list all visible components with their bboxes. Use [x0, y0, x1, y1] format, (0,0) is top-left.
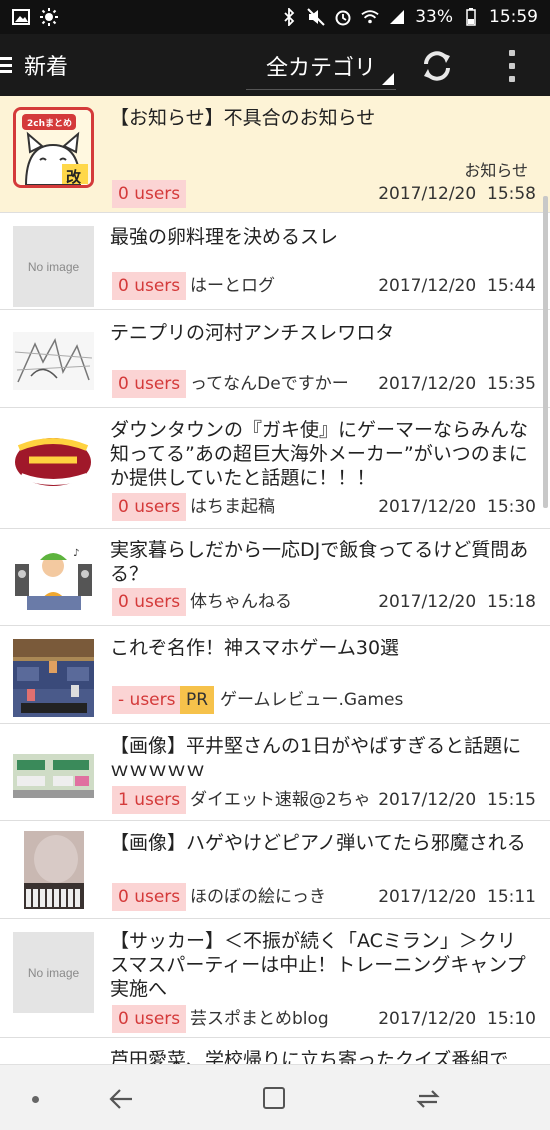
article-title: ダウンタウンの『ガキ使』にゲーマーならみんな知ってる”あの超巨大海外メーカー”が… [110, 419, 529, 489]
users-badge: 1 users [112, 786, 187, 814]
article-date: 2017/12/20 15:11 [378, 887, 536, 907]
site-name: ほのぼの絵にっき [190, 887, 326, 907]
list-item[interactable]: これぞ名作！神スマホゲーム30選 - users PR ゲームレビュー.Game… [0, 626, 550, 724]
users-badge: - users [112, 686, 182, 714]
article-date: 2017/12/20 15:10 [378, 1009, 536, 1029]
alarm-icon [334, 8, 352, 26]
manga-thumbnail [13, 332, 94, 390]
category-dropdown[interactable]: 全カテゴリ [246, 42, 396, 90]
menu-icon[interactable] [0, 55, 14, 75]
article-date: 2017/12/20 15:15 [378, 790, 536, 810]
article-title: 芦田愛菜、学校帰りに立ち寄ったクイズ番組で [110, 1049, 509, 1064]
brightness-icon [40, 8, 58, 26]
list-item[interactable]: No image 【サッカー】＜不振が続く「ACミラン」＞クリスマスパーティーは… [0, 919, 550, 1038]
article-date: 2017/12/20 15:35 [378, 374, 536, 394]
back-icon[interactable] [108, 1087, 134, 1111]
scrollbar[interactable] [543, 196, 548, 508]
users-badge: 0 users [112, 588, 187, 616]
list-item[interactable]: 2chまとめ 改 【お知らせ】不具合のお知らせ お知らせ 0 users 201… [0, 96, 550, 213]
app-logo-thumbnail: 2chまとめ 改 [13, 107, 94, 188]
logo-thumbnail [13, 432, 94, 492]
list-item[interactable]: テニプリの河村アンチスレワロタ 0 users ってなんDeですかー 2017/… [0, 310, 550, 408]
article-title: 実家暮らしだから一応DJで飯食ってるけど質問ある？ [110, 539, 529, 585]
game-thumbnail [13, 639, 94, 717]
dropdown-triangle-icon [382, 73, 394, 85]
logo-text: 2chまとめ [27, 119, 73, 129]
site-name: ダイエット速報@2ちゃ [190, 790, 371, 810]
users-badge: 0 users [112, 180, 187, 208]
bluetooth-icon [280, 8, 298, 26]
category-selected: 全カテゴリ [265, 55, 376, 81]
article-date: 2017/12/20 15:44 [378, 276, 536, 296]
list-item[interactable]: No image 最強の卵料理を決めるスレ 0 users はーとログ 2017… [0, 213, 550, 310]
system-nav-bar [0, 1064, 550, 1130]
no-image-thumbnail: No image [13, 226, 94, 307]
article-date: 2017/12/20 15:58 [378, 184, 536, 204]
list-item[interactable]: ダウンタウンの『ガキ使』にゲーマーならみんな知ってる”あの超巨大海外メーカー”が… [0, 408, 550, 529]
nav-dot-icon[interactable] [32, 1096, 39, 1103]
article-title: 【サッカー】＜不振が続く「ACミラン」＞クリスマスパーティーは中止！トレーニング… [110, 930, 526, 1000]
site-name: はーとログ [190, 276, 275, 296]
users-badge: 0 users [112, 272, 187, 300]
mute-icon [307, 8, 325, 26]
list-item[interactable]: 芦田愛菜、学校帰りに立ち寄ったクイズ番組で [0, 1038, 550, 1064]
page-title: 新着 [24, 55, 69, 80]
list-item[interactable]: 【画像】平井堅さんの1日がやばすぎると話題にｗｗｗｗｗ 1 users ダイエッ… [0, 724, 550, 821]
article-list: 2chまとめ 改 【お知らせ】不具合のお知らせ お知らせ 0 users 201… [0, 96, 550, 1064]
article-title: 【画像】ハゲやけどピアノ弾いてたら邪魔される [110, 832, 526, 854]
no-image-thumbnail: No image [13, 932, 94, 1013]
piano-photo-thumbnail [24, 831, 84, 909]
article-date: 2017/12/20 15:18 [378, 592, 536, 612]
recent-apps-icon[interactable] [415, 1087, 441, 1111]
site-name: ゲームレビュー.Games [220, 690, 404, 710]
more-options-icon[interactable] [500, 50, 524, 82]
users-badge: 0 users [112, 493, 187, 521]
clock: 15:59 [489, 7, 538, 27]
site-name: ってなんDeですかー [190, 374, 349, 394]
site-name: 体ちゃんねる [190, 592, 292, 612]
home-icon[interactable] [263, 1087, 285, 1109]
status-bar: 33% 15:59 [0, 0, 550, 34]
article-title: これぞ名作！神スマホゲーム30選 [110, 637, 400, 659]
site-name: 芸スポまとめblog [190, 1009, 329, 1029]
refresh-icon[interactable] [418, 47, 456, 85]
pr-badge: PR [180, 686, 215, 714]
users-badge: 0 users [112, 370, 187, 398]
signal-icon [388, 8, 406, 26]
article-title: 最強の卵料理を決めるスレ [110, 226, 339, 248]
article-title: テニプリの河村アンチスレワロタ [110, 322, 395, 344]
battery-level: 33% [415, 7, 453, 27]
battery-icon [462, 8, 480, 26]
image-icon [12, 8, 30, 26]
site-name: はちま起稿 [190, 497, 275, 517]
users-badge: 0 users [112, 883, 187, 911]
article-title: 【お知らせ】不具合のお知らせ [110, 107, 376, 129]
article-title: 【画像】平井堅さんの1日がやばすぎると話題にｗｗｗｗｗ [110, 735, 522, 781]
logo-badge: 改 [66, 168, 82, 186]
wifi-icon [361, 8, 379, 26]
list-item[interactable]: ♪ 実家暮らしだから一応DJで飯食ってるけど質問ある？ 0 users 体ちゃん… [0, 529, 550, 626]
tv-screen-thumbnail [13, 754, 94, 798]
users-badge: 0 users [112, 1005, 187, 1033]
category-label: お知らせ [464, 161, 528, 180]
svg-text:♪: ♪ [73, 548, 79, 559]
list-item[interactable]: 【画像】ハゲやけどピアノ弾いてたら邪魔される 0 users ほのぼの絵にっき … [0, 821, 550, 919]
article-date: 2017/12/20 15:30 [378, 497, 536, 517]
dj-illustration-thumbnail: ♪ [13, 544, 94, 612]
app-bar: 新着 全カテゴリ [0, 34, 550, 96]
